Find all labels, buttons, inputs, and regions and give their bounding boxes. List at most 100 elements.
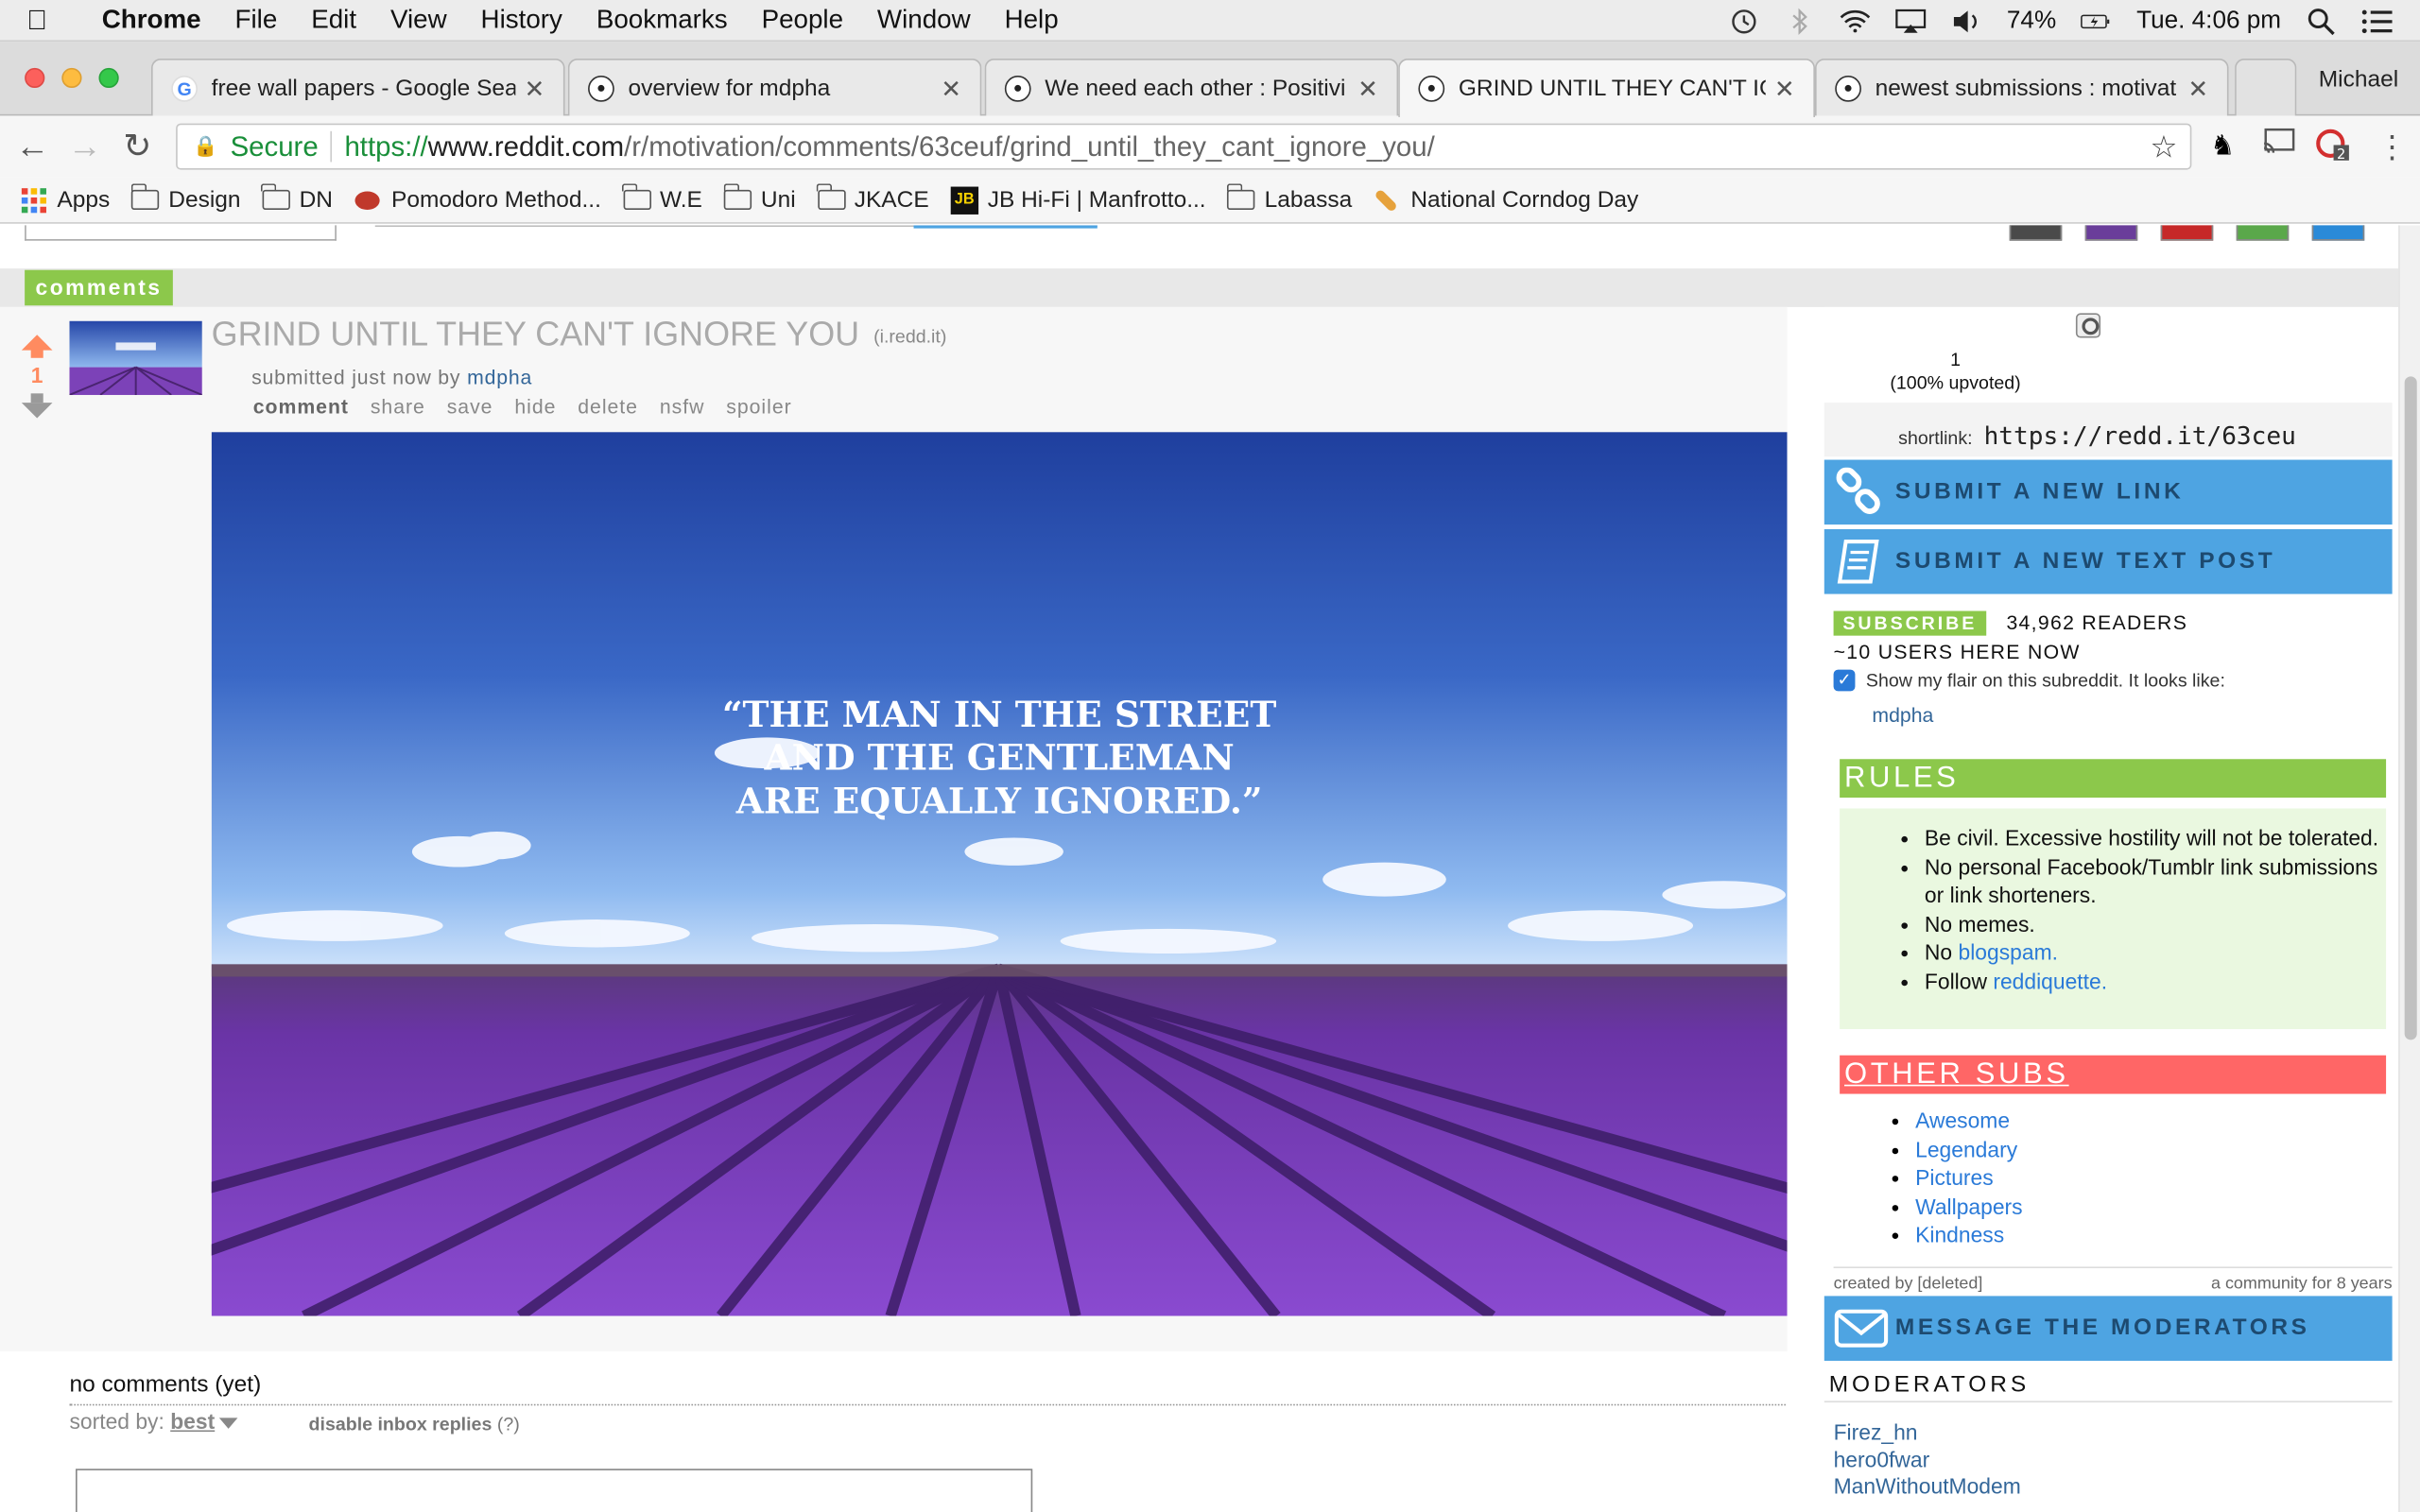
delete-button[interactable]: delete [578, 395, 638, 418]
theme-swatch-red[interactable] [2160, 225, 2214, 241]
tab-grind-active[interactable]: ● GRIND UNTIL THEY CAN'T IG ✕ [1398, 59, 1815, 118]
theme-swatch-blue[interactable] [2311, 225, 2365, 241]
downvote-arrow-icon[interactable] [21, 403, 53, 419]
bookmark-pomodoro[interactable]: Pomodoro Method... [354, 187, 601, 213]
menu-window[interactable]: Window [860, 5, 988, 36]
reddiquette-link[interactable]: reddiquette. [1993, 968, 2107, 992]
bookmark-jbhifi[interactable]: JB JB Hi-Fi | Manfrotto... [950, 185, 1206, 215]
notification-center-icon[interactable] [2361, 9, 2393, 33]
tab-motivation-newest[interactable]: ● newest submissions : motivat ✕ [1814, 59, 2229, 118]
bookmark-uni[interactable]: Uni [722, 183, 796, 213]
minimize-window-button[interactable] [61, 67, 82, 89]
comment-button[interactable]: comment [253, 395, 349, 418]
new-tab-button[interactable] [2235, 59, 2297, 118]
other-subs-header[interactable]: OTHER SUBS [1840, 1055, 2387, 1094]
bookmark-corndog[interactable]: National Corndog Day [1374, 187, 1638, 213]
theme-swatch-green[interactable] [2236, 225, 2290, 241]
post-title[interactable]: GRIND UNTIL THEY CAN'T IGNORE YOU [212, 315, 859, 354]
sort-menu[interactable]: sorted by: best [69, 1409, 238, 1434]
submit-text-button[interactable]: SUBMIT A NEW TEXT POST [1824, 528, 2393, 594]
disable-replies-link[interactable]: disable inbox replies [309, 1414, 493, 1435]
close-tab-icon[interactable]: ✕ [524, 74, 544, 105]
menu-bookmarks[interactable]: Bookmarks [579, 5, 745, 36]
volume-icon[interactable] [1951, 9, 1982, 33]
address-bar[interactable]: 🔒 Secure https://www.reddit.com/r/motiva… [176, 123, 2192, 170]
tab-google-search[interactable]: G free wall papers - Google Sea ✕ [150, 59, 565, 118]
bookmark-dn[interactable]: DN [261, 183, 333, 213]
bookmark-jkace[interactable]: JKACE [816, 183, 929, 213]
extension-horse-icon[interactable]: ♞ [2210, 129, 2235, 162]
bookmark-design[interactable]: Design [130, 183, 241, 213]
subreddit-search-button[interactable]: SEARCH [25, 225, 337, 241]
comment-textarea[interactable] [75, 1469, 1033, 1512]
wifi-icon[interactable] [1841, 9, 1872, 33]
search-icon[interactable] [2075, 313, 2101, 338]
lock-icon[interactable]: 🔒 [193, 134, 217, 159]
bookmark-we[interactable]: W.E [621, 183, 702, 213]
save-button[interactable]: save [447, 395, 493, 418]
nsfw-button[interactable]: nsfw [660, 395, 705, 418]
message-moderators-button[interactable]: MESSAGE THE MODERATORS [1824, 1296, 2393, 1361]
scrollbar-thumb[interactable] [2404, 376, 2417, 1040]
share-button[interactable]: share [371, 395, 425, 418]
bluetooth-icon[interactable] [1785, 7, 1816, 35]
chevron-down-icon[interactable] [219, 1418, 238, 1429]
sub-link-awesome[interactable]: Awesome [1915, 1108, 2010, 1132]
theme-swatch-purple[interactable] [2084, 225, 2138, 241]
sub-link-kindness[interactable]: Kindness [1915, 1222, 2004, 1246]
bookmark-star-icon[interactable]: ☆ [2150, 128, 2177, 166]
secure-label[interactable]: Secure [231, 130, 319, 163]
theme-swatch-gray[interactable] [2009, 225, 2063, 241]
profile-name[interactable]: Michael [2319, 66, 2398, 93]
sub-link-legendary[interactable]: Legendary [1915, 1136, 2017, 1160]
flair-checkbox[interactable]: ✓ [1833, 669, 1856, 692]
menu-file[interactable]: File [218, 5, 295, 36]
close-tab-icon[interactable]: ✕ [941, 74, 961, 105]
menu-help[interactable]: Help [988, 5, 1076, 36]
hide-button[interactable]: hide [514, 395, 556, 418]
subscribe-button[interactable]: SUBSCRIBE [1833, 610, 1987, 636]
menu-history[interactable]: History [464, 5, 579, 36]
zoom-window-button[interactable] [98, 67, 119, 89]
menu-app-name[interactable]: Chrome [74, 5, 217, 36]
close-tab-icon[interactable]: ✕ [2187, 74, 2208, 105]
bookmark-apps[interactable]: Apps [21, 187, 110, 213]
shortlink-url[interactable]: https://redd.it/63ceu [1984, 421, 2296, 451]
time-machine-icon[interactable] [1729, 9, 1760, 33]
menubar-clock[interactable]: Tue. 4:06 pm [2136, 7, 2281, 34]
menu-view[interactable]: View [373, 5, 464, 36]
airplay-icon[interactable] [1895, 9, 1927, 33]
back-arrow-icon[interactable]: ← [7, 127, 60, 166]
disable-inbox-replies[interactable]: disable inbox replies (?) [309, 1414, 520, 1435]
help-link[interactable]: (?) [497, 1414, 520, 1435]
battery-icon[interactable] [2081, 9, 2112, 33]
spotlight-icon[interactable] [2306, 8, 2337, 35]
menu-people[interactable]: People [745, 5, 860, 36]
close-tab-icon[interactable]: ✕ [1774, 74, 1795, 105]
cast-icon[interactable] [2262, 128, 2296, 164]
apple-icon[interactable]:  [0, 4, 74, 36]
post-domain[interactable]: (i.redd.it) [873, 325, 946, 347]
blogspam-link[interactable]: blogspam. [1959, 939, 2058, 964]
sub-link-pictures[interactable]: Pictures [1915, 1165, 1994, 1190]
flair-toggle[interactable]: ✓ Show my flair on this subreddit. It lo… [1833, 669, 2225, 692]
moderator-link[interactable]: Firez_hn [1834, 1419, 2021, 1447]
sub-link-wallpapers[interactable]: Wallpapers [1915, 1194, 2022, 1218]
sort-dropdown[interactable]: best [170, 1409, 215, 1434]
menu-edit[interactable]: Edit [294, 5, 373, 36]
moderator-link[interactable]: hero0fwar [1834, 1447, 2021, 1474]
chrome-menu-icon[interactable]: ⋮ [2377, 129, 2408, 167]
tab-positivity[interactable]: ● We need each other : Positivi ✕ [984, 59, 1399, 118]
extension-badge-icon[interactable]: 2 [2315, 129, 2352, 170]
forward-arrow-icon[interactable]: → [59, 127, 112, 166]
tab-comments[interactable]: comments [25, 269, 173, 306]
post-author-link[interactable]: mdpha [467, 366, 532, 388]
reload-icon[interactable]: ↻ [112, 127, 164, 166]
page-scrollbar[interactable] [2398, 225, 2420, 1512]
bookmark-labassa[interactable]: Labassa [1226, 183, 1352, 213]
post-thumbnail[interactable] [69, 320, 202, 395]
post-image[interactable]: “THE MAN IN THE STREET AND THE GENTLEMAN… [211, 432, 1788, 1316]
tab-overview-mdpha[interactable]: ● overview for mdpha ✕ [567, 59, 982, 118]
spoiler-button[interactable]: spoiler [726, 395, 791, 418]
moderator-link[interactable]: ManWithoutModem [1834, 1473, 2021, 1501]
